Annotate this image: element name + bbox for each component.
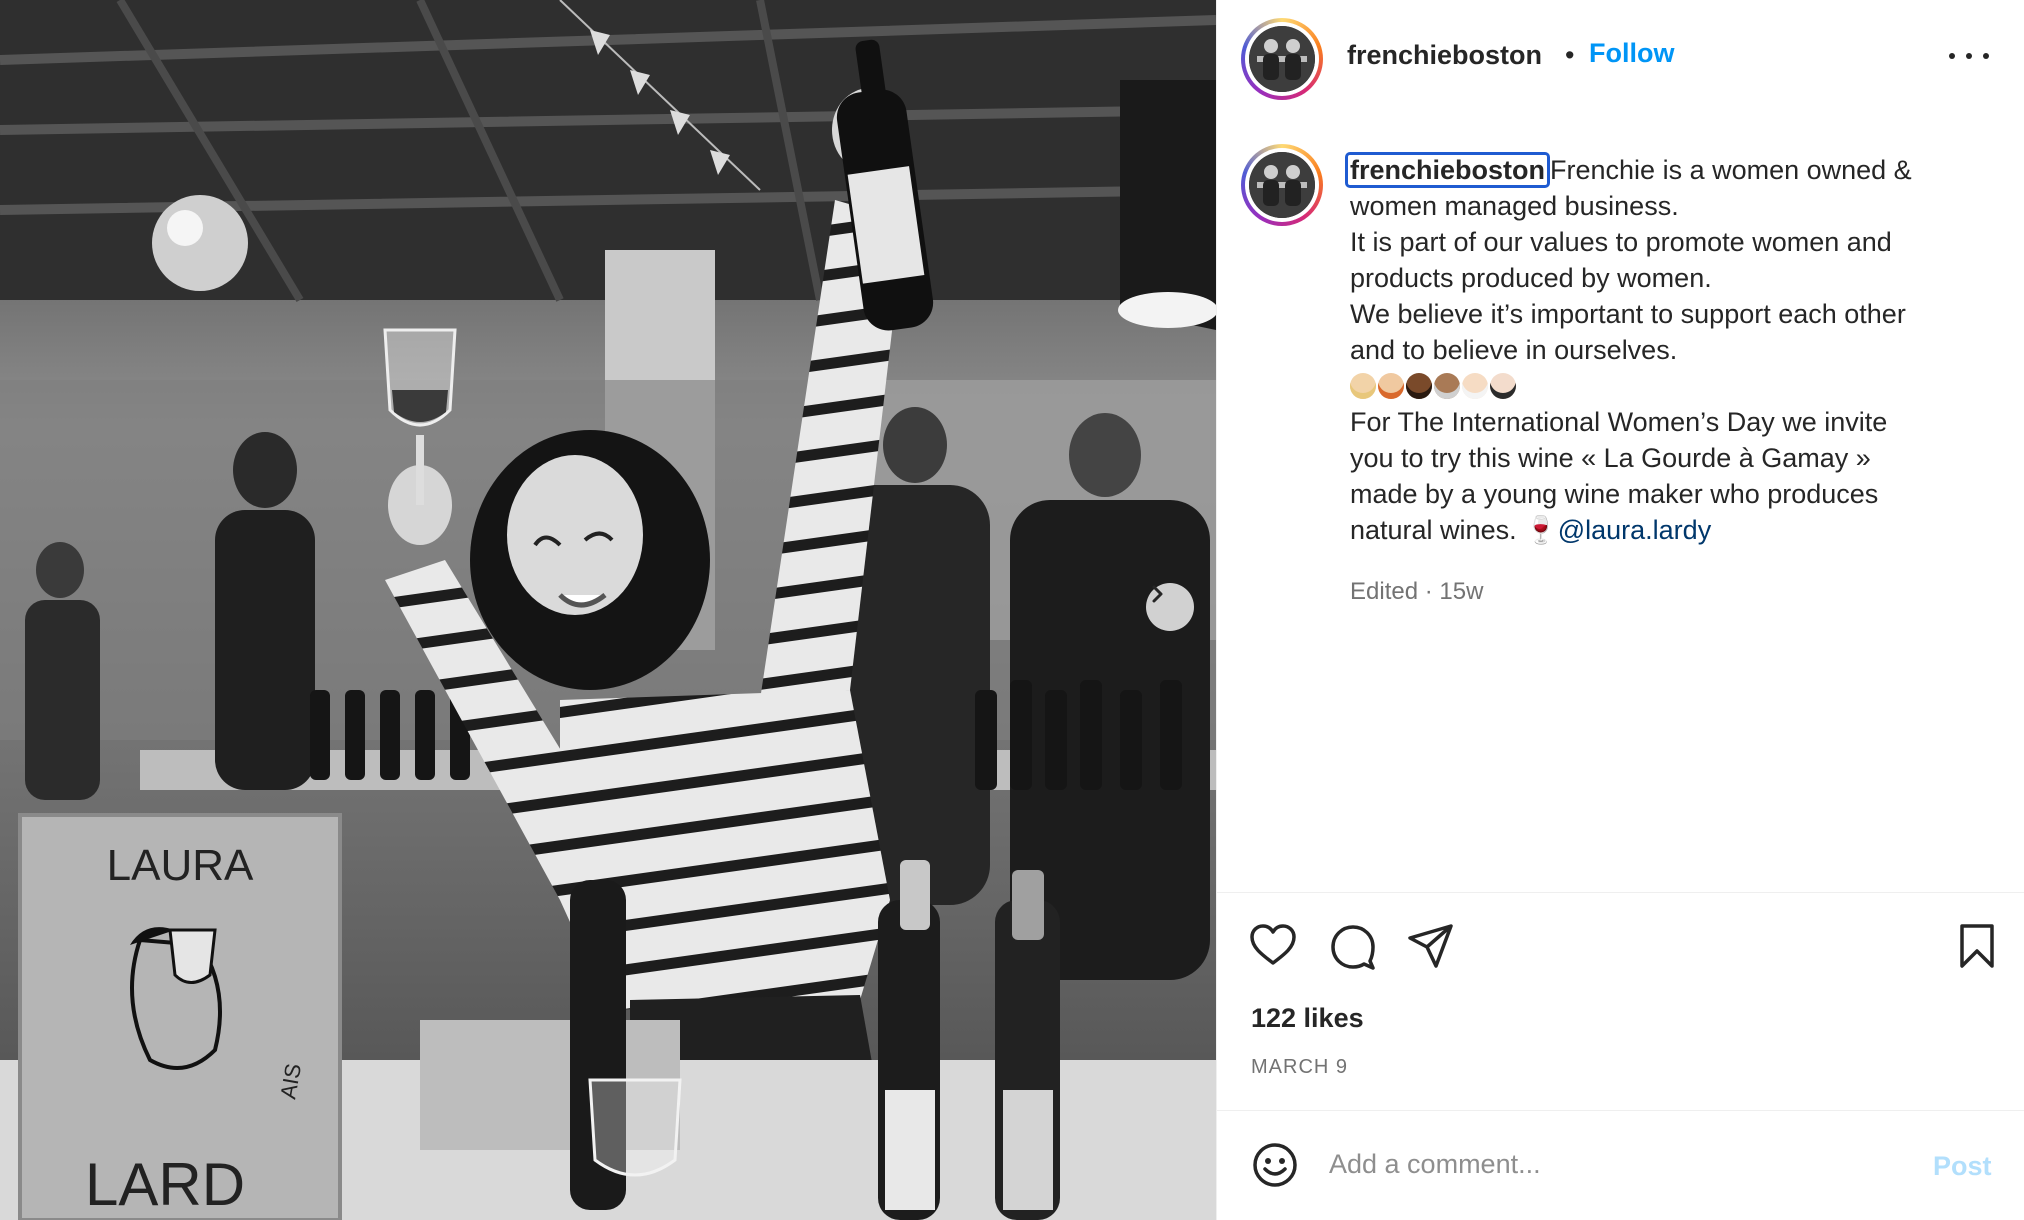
next-photo-button[interactable] [1146, 583, 1194, 631]
comment-bar: Post [1217, 1110, 2024, 1220]
header-username[interactable]: frenchieboston [1347, 40, 1542, 71]
woman-dark-skin-icon [1406, 373, 1432, 399]
caption-line: natural wines. 🍷@laura.lardy [1350, 512, 1990, 548]
header-avatar[interactable] [1241, 18, 1323, 100]
smiley-icon[interactable] [1251, 1141, 1299, 1189]
more-dot [1983, 53, 1989, 59]
chevron-right-icon [1152, 585, 1163, 603]
sign-text-bottom: LARD [85, 1151, 245, 1218]
post-date: MARCH 9 [1251, 1056, 1349, 1078]
caption-line: made by a young wine maker who produces [1350, 479, 1879, 509]
mention-link[interactable]: @laura.lardy [1558, 515, 1711, 545]
post-photo[interactable]: LAURA LARD AIS [0, 0, 1216, 1220]
follow-button[interactable]: Follow [1589, 38, 1674, 69]
share-icon[interactable] [1407, 923, 1455, 969]
caption-avatar[interactable] [1241, 144, 1323, 226]
photo-scene: LAURA LARD AIS [0, 0, 1216, 1220]
avatar-border [1245, 148, 1319, 222]
caption-text: frenchieboston Frenchie is a women owned … [1345, 152, 1990, 548]
caption-line-text: natural wines. [1350, 515, 1525, 545]
action-bar: 122 likes MARCH 9 [1217, 892, 2024, 1092]
avatar-picture [1249, 152, 1315, 218]
caption-username[interactable]: frenchieboston [1345, 152, 1551, 188]
avatar-border [1245, 22, 1319, 96]
heart-icon[interactable] [1249, 923, 1297, 967]
more-dot [1966, 53, 1972, 59]
caption-line: you to try this wine « La Gourde à Gamay… [1350, 443, 1871, 473]
caption-line: It is part of our values to promote wome… [1350, 227, 1892, 257]
older-woman-icon [1434, 373, 1460, 399]
post-side-panel: frenchieboston • Follow frenchieboston F… [1216, 0, 2024, 1220]
caption-line: We believe it’s important to support eac… [1350, 299, 1906, 329]
older-woman-white-hair-icon [1462, 373, 1488, 399]
wine-glass-icon: 🍷 [1524, 515, 1558, 545]
caption-line: products produced by women. [1350, 263, 1712, 293]
bookmark-icon[interactable] [1957, 923, 1997, 969]
caption-meta: Edited · 15w [1350, 578, 1484, 605]
caption-line: and to believe in ourselves. [1350, 335, 1678, 365]
woman-red-hair-icon [1378, 373, 1404, 399]
women-emoji-row [1350, 368, 1990, 404]
more-options-button[interactable] [1949, 44, 1989, 68]
sign-text-top: LAURA [107, 841, 254, 890]
woman-blond-hair-icon [1350, 373, 1376, 399]
caption-line: women managed business. [1350, 191, 1679, 221]
caption-line: For The International Women’s Day we inv… [1350, 407, 1888, 437]
woman-dark-hair-icon [1490, 373, 1516, 399]
comment-input[interactable] [1329, 1139, 1889, 1189]
likes-count[interactable]: 122 likes [1251, 1003, 1364, 1034]
avatar-picture [1249, 26, 1315, 92]
caption-line: frenchieboston Frenchie is a women owned … [1345, 152, 1990, 188]
post-header: frenchieboston • Follow [1217, 0, 2024, 110]
caption-line-text: Frenchie is a women owned & [1550, 155, 1912, 185]
avatar-image [1249, 152, 1315, 218]
header-separator: • [1565, 40, 1575, 70]
post-comment-button[interactable]: Post [1933, 1151, 1992, 1182]
comment-icon[interactable] [1329, 923, 1377, 971]
more-dot [1949, 53, 1955, 59]
avatar-image [1249, 26, 1315, 92]
